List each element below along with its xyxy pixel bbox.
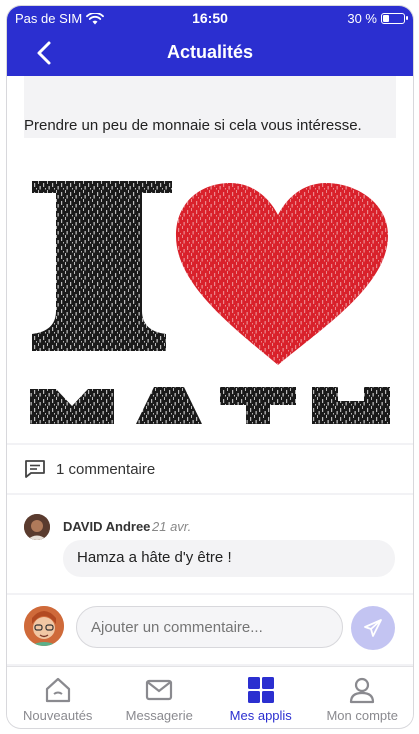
post-text-block: Prendre un peu de monnaie si cela vous i… (24, 76, 396, 138)
post-card: Prendre un peu de monnaie si cela vous i… (7, 76, 413, 443)
page-title: Actualités (166, 42, 254, 62)
tab-mes-applis[interactable]: Mes applis (210, 667, 312, 728)
battery-fill (383, 15, 389, 22)
tab-messagerie[interactable]: Messagerie (109, 667, 211, 728)
heart-shape (176, 183, 388, 365)
user-avatar (24, 606, 64, 646)
header: Pas de SIM 16:50 30 % Actualités (7, 6, 413, 76)
app-frame: Pas de SIM 16:50 30 % Actualités Prendre… (7, 6, 413, 728)
mail-icon (146, 679, 173, 701)
battery-indicator: 30 % (347, 11, 408, 26)
post-text: Prendre un peu de monnaie si cela vous i… (24, 117, 362, 134)
send-icon (364, 619, 382, 637)
tab-bar: Nouveautés Messagerie Mes applis Mon com… (7, 666, 413, 728)
comment-text: Hamza a hâte d'y être ! (77, 549, 232, 566)
status-bar: Pas de SIM 16:50 30 % (7, 6, 413, 30)
comment-count-label: 1 commentaire (56, 460, 156, 478)
comment-icon (25, 460, 45, 478)
comment-bubble: Hamza a hâte d'y être ! (63, 540, 395, 577)
comment-count-row[interactable]: 1 commentaire (7, 445, 413, 493)
tab-label: Mon compte (326, 708, 399, 723)
nav-bar: Actualités (7, 32, 413, 74)
tab-nouveautes[interactable]: Nouveautés (7, 667, 109, 728)
comment-author: DAVID Andree (63, 519, 151, 534)
user-icon (350, 677, 375, 704)
tab-label: Mes applis (229, 708, 292, 723)
tab-label: Nouveautés (23, 708, 93, 723)
comment-input[interactable] (76, 606, 343, 648)
battery-icon (381, 13, 408, 24)
battery-percent: 30 % (347, 11, 377, 26)
comment-composer (7, 595, 413, 664)
letter-i-shape (32, 181, 172, 351)
tab-mon-compte[interactable]: Mon compte (312, 667, 414, 728)
post-image[interactable] (24, 181, 396, 424)
apps-grid-icon (247, 677, 274, 703)
news-feed[interactable]: Prendre un peu de monnaie si cela vous i… (7, 76, 413, 664)
tab-label: Messagerie (125, 708, 193, 723)
home-icon (45, 677, 70, 703)
math-word-shape (24, 381, 396, 424)
i-love-math-image (24, 181, 396, 424)
comment-date: 21 avr. (152, 519, 192, 534)
send-button[interactable] (351, 606, 395, 650)
avatar (24, 514, 50, 540)
comment-item: DAVID Andree 21 avr. Hamza a hâte d'y êt… (7, 495, 413, 593)
